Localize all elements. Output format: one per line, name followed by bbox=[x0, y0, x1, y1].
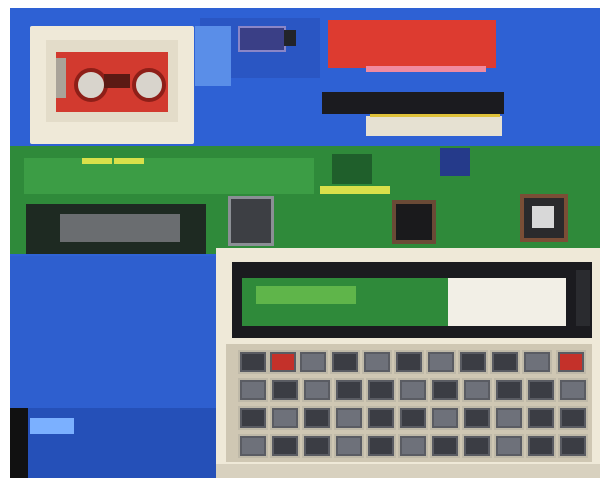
key-row4-10 bbox=[526, 434, 556, 458]
screen-highlight bbox=[256, 286, 356, 304]
black-corner bbox=[10, 408, 28, 478]
key-row1-6 bbox=[394, 350, 424, 374]
key-row2-3 bbox=[302, 378, 332, 402]
key-row2-1 bbox=[238, 378, 268, 402]
pcb-bottom-gray bbox=[60, 214, 180, 242]
key-row4-9 bbox=[494, 434, 524, 458]
key-row2-2 bbox=[270, 378, 300, 402]
key-row3-5 bbox=[366, 406, 396, 430]
key-row1-8 bbox=[458, 350, 488, 374]
key-row4-4 bbox=[334, 434, 364, 458]
key-row4-1 bbox=[238, 434, 268, 458]
key-row3-4 bbox=[334, 406, 364, 430]
cartridge-slot-dark bbox=[322, 92, 504, 114]
key-row2-7 bbox=[430, 378, 460, 402]
key-row3-6 bbox=[398, 406, 428, 430]
cassette-reel-right-icon bbox=[132, 68, 166, 102]
pcb-ic-square-3-core bbox=[532, 206, 554, 228]
connector-pin bbox=[284, 30, 296, 46]
key-red-2 bbox=[556, 350, 586, 374]
red-strip bbox=[328, 20, 496, 68]
key-row4-3 bbox=[302, 434, 332, 458]
key-row2-11 bbox=[558, 378, 588, 402]
key-row3-9 bbox=[494, 406, 524, 430]
screen-side-bar bbox=[576, 270, 590, 326]
key-row1-4 bbox=[330, 350, 360, 374]
cartridge-slot-light bbox=[366, 116, 502, 136]
pcb-yellow-trace-1 bbox=[82, 158, 112, 164]
key-row2-10 bbox=[526, 378, 556, 402]
lego-mosaic bbox=[10, 8, 600, 478]
pcb-ic-square-2 bbox=[392, 200, 436, 244]
pcb-yellow-trace-3 bbox=[320, 186, 390, 194]
key-row1-10 bbox=[522, 350, 552, 374]
key-row3-8 bbox=[462, 406, 492, 430]
key-row4-2 bbox=[270, 434, 300, 458]
key-row3-11 bbox=[558, 406, 588, 430]
light-blue-patch bbox=[195, 26, 231, 86]
key-row1-3 bbox=[298, 350, 328, 374]
key-row4-5 bbox=[366, 434, 396, 458]
key-row1-1 bbox=[238, 350, 268, 374]
cassette-side-notch bbox=[56, 58, 66, 98]
key-row2-9 bbox=[494, 378, 524, 402]
computer-bottom-edge bbox=[216, 464, 600, 478]
screen-right-panel bbox=[448, 278, 566, 326]
key-row1-7 bbox=[426, 350, 456, 374]
key-row2-4 bbox=[334, 378, 364, 402]
key-row2-6 bbox=[398, 378, 428, 402]
key-row2-8 bbox=[462, 378, 492, 402]
light-blue-chunk bbox=[30, 418, 74, 434]
pcb-ic-square-1 bbox=[228, 196, 274, 246]
pcb-yellow-trace-2 bbox=[114, 158, 144, 164]
key-row4-11 bbox=[558, 434, 588, 458]
connector-chip bbox=[238, 26, 286, 52]
cassette-reel-left-icon bbox=[74, 68, 108, 102]
pcb-dark-chip-1 bbox=[332, 154, 372, 184]
key-row3-10 bbox=[526, 406, 556, 430]
key-red-1 bbox=[268, 350, 298, 374]
key-row3-7 bbox=[430, 406, 460, 430]
key-row4-8 bbox=[462, 434, 492, 458]
key-row4-6 bbox=[398, 434, 428, 458]
key-row1-5 bbox=[362, 350, 392, 374]
cassette-window bbox=[104, 74, 130, 88]
key-row3-3 bbox=[302, 406, 332, 430]
pcb-dark-chip-2 bbox=[440, 148, 470, 176]
key-row1-9 bbox=[490, 350, 520, 374]
pcb-band-light-left bbox=[24, 158, 314, 194]
red-strip-pink-edge bbox=[366, 66, 486, 72]
key-row3-2 bbox=[270, 406, 300, 430]
key-row3-1 bbox=[238, 406, 268, 430]
key-row4-7 bbox=[430, 434, 460, 458]
cartridge-slot-yellow-line bbox=[370, 114, 500, 117]
key-row2-5 bbox=[366, 378, 396, 402]
